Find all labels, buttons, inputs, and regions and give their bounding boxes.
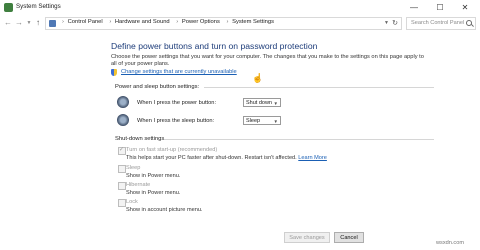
main-content: Define power buttons and turn on passwor… (0, 30, 480, 220)
save-button[interactable]: Save changes (284, 232, 330, 243)
back-arrow-icon[interactable]: ← (3, 16, 13, 30)
learn-more-link[interactable]: Learn More (298, 155, 327, 161)
power-sleep-section-title: Power and sleep button settings: (115, 84, 200, 90)
sleep-button-icon (117, 114, 129, 126)
power-button-label: When I press the power button: (137, 100, 217, 106)
sleep-label: Sleep (126, 165, 141, 171)
fast-startup-label: Turn on fast start-up (recommended) (126, 147, 218, 153)
close-button[interactable]: ✕ (456, 0, 474, 16)
refresh-icon[interactable]: ↻ (392, 19, 398, 27)
search-placeholder: Search Control Panel (411, 20, 465, 26)
checkmark-icon: ✓ (119, 147, 125, 153)
chevron-down-icon: ▼ (273, 101, 278, 106)
hibernate-label: Hibernate (126, 182, 151, 188)
address-bar: ← → ▼ ↑ › Control Panel › Hardware and S… (0, 16, 480, 30)
hand-cursor-icon: ☝ (252, 73, 264, 83)
sleep-desc: Show in Power menu. (126, 173, 181, 179)
power-button-icon (117, 96, 129, 108)
footer: Save changes Cancel (0, 229, 480, 250)
shutdown-section-title: Shut-down settings (115, 136, 165, 142)
section-divider (204, 87, 434, 88)
breadcrumb-system-settings[interactable]: System Settings (232, 19, 274, 25)
up-arrow-icon[interactable]: ↑ (33, 16, 43, 30)
breadcrumb-control-panel[interactable]: Control Panel (68, 19, 103, 25)
fast-startup-checkbox[interactable]: ✓ (118, 147, 126, 155)
maximize-button[interactable]: ☐ (431, 0, 449, 16)
power-button-select[interactable]: Shut down ▼ (243, 98, 281, 107)
search-icon (466, 20, 472, 26)
breadcrumb-hardware-and-sound[interactable]: Hardware and Sound (115, 19, 170, 25)
hibernate-desc: Show in Power menu. (126, 190, 181, 196)
sleep-button-select[interactable]: Sleep ▼ (243, 116, 281, 125)
system-settings-icon (4, 3, 13, 12)
window-title: System Settings (16, 3, 61, 10)
address-dropdown-icon[interactable]: ▼ (384, 20, 389, 26)
minimize-button[interactable]: — (405, 0, 423, 16)
sleep-button-label: When I press the sleep button: (137, 118, 215, 124)
search-input[interactable]: Search Control Panel (406, 17, 476, 30)
page-title: Define power buttons and turn on passwor… (111, 41, 318, 51)
breadcrumb-power-options[interactable]: Power Options (182, 19, 220, 25)
chevron-down-icon: ▼ (273, 119, 278, 124)
shield-icon (111, 69, 117, 76)
change-settings-link[interactable]: Change settings that are currently unava… (121, 69, 237, 75)
lock-label: Lock (126, 199, 138, 205)
fast-startup-desc: This helps start your PC faster after sh… (126, 155, 327, 161)
lock-checkbox[interactable] (118, 199, 126, 207)
lock-desc: Show in account picture menu. (126, 207, 203, 213)
breadcrumb[interactable]: › Control Panel › Hardware and Sound › P… (45, 17, 402, 30)
forward-arrow-icon[interactable]: → (14, 16, 24, 30)
cancel-button[interactable]: Cancel (334, 232, 364, 243)
sleep-checkbox[interactable] (118, 165, 126, 173)
hibernate-checkbox[interactable] (118, 182, 126, 190)
intro-text: Choose the power settings that you want … (111, 54, 424, 67)
watermark: wsxdn.com (436, 240, 464, 246)
control-panel-icon (49, 20, 56, 27)
section-divider (164, 139, 434, 140)
title-bar: System Settings — ☐ ✕ (0, 0, 480, 16)
